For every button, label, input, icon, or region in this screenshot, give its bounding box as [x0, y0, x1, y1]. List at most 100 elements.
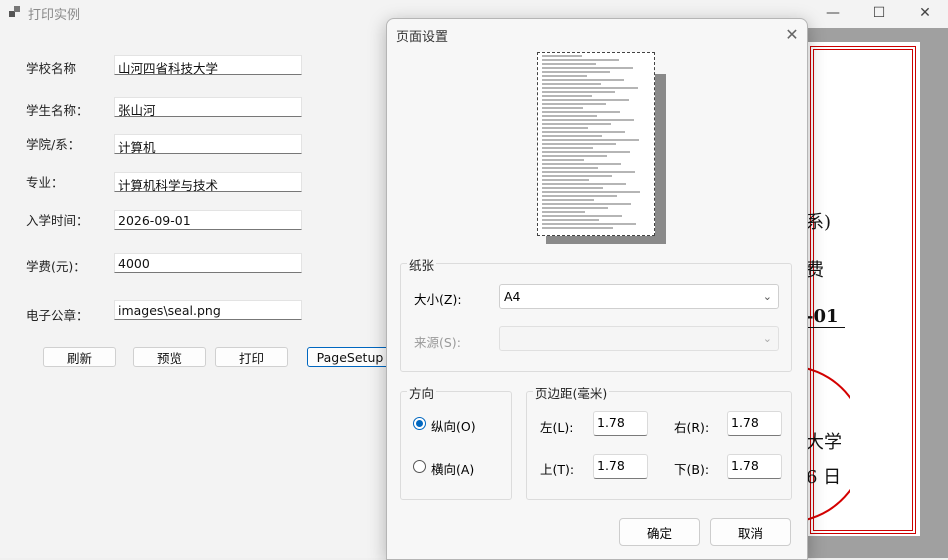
- college-input[interactable]: 计算机: [114, 134, 302, 154]
- margin-left-label: 左(L):: [540, 420, 574, 435]
- student-name-label: 学生名称：: [26, 103, 89, 118]
- close-icon: ✕: [919, 5, 931, 21]
- margin-bottom-input[interactable]: 1.78: [727, 454, 782, 479]
- sample-text-line: [542, 83, 601, 85]
- cancel-button[interactable]: 取消: [710, 518, 791, 546]
- sample-text-line: [542, 99, 629, 101]
- sample-text-line: [542, 211, 585, 213]
- tuition-label: 学费(元)：: [26, 259, 86, 274]
- paper-group-legend: 纸张: [407, 255, 437, 274]
- sample-text-line: [542, 203, 631, 205]
- sample-text-line: [542, 79, 624, 81]
- paper-source-select[interactable]: ⌄: [499, 326, 779, 351]
- radio-selected-icon: [413, 417, 426, 430]
- window-title: 打印实例: [28, 8, 81, 23]
- refresh-button[interactable]: 刷新: [43, 347, 116, 367]
- sample-text-line: [542, 191, 640, 193]
- sample-text-line: [542, 187, 603, 189]
- landscape-radio[interactable]: 横向(A): [413, 459, 503, 477]
- page-setup-button[interactable]: PageSetup: [307, 347, 393, 367]
- sample-text-line: [542, 123, 611, 125]
- school-name-label: 学校名称: [26, 61, 77, 76]
- paper-size-label: 大小(Z):: [414, 292, 462, 307]
- sample-text-line: [542, 135, 602, 137]
- sample-text-line: [542, 139, 639, 141]
- preview-text-date: -01: [806, 306, 845, 328]
- sample-text-line: [542, 95, 592, 97]
- orientation-group-legend: 方向: [407, 383, 437, 402]
- sample-text-line: [542, 103, 606, 105]
- margin-bottom-label: 下(B):: [674, 462, 710, 477]
- sample-text-line: [542, 55, 582, 57]
- tuition-input[interactable]: 4000: [114, 253, 302, 273]
- sample-text-line: [542, 175, 612, 177]
- sample-text-line: [542, 131, 625, 133]
- close-button[interactable]: ✕: [902, 0, 948, 26]
- sample-text-line: [542, 195, 617, 197]
- student-name-input[interactable]: 张山河: [114, 97, 302, 117]
- minimize-icon: —: [826, 5, 840, 21]
- sample-text-line: [542, 219, 599, 221]
- preview-text-day: 6 日: [806, 467, 842, 488]
- sample-text-line: [542, 151, 630, 153]
- margin-top-label: 上(T):: [540, 462, 575, 477]
- portrait-label: 纵向(O): [431, 419, 476, 434]
- paper-size-value: A4: [504, 289, 521, 304]
- sample-text-line: [542, 227, 613, 229]
- paper-source-label: 来源(S):: [414, 335, 461, 350]
- sample-text-line: [542, 183, 626, 185]
- seal-path-input[interactable]: images\seal.png: [114, 300, 302, 320]
- sample-text-line: [542, 179, 589, 181]
- page-setup-dialog: 页面设置 ✕ 纸张 大小(Z): A4 ⌄ 来源(S): ⌄ 方向 纵向(O) …: [386, 18, 808, 560]
- sample-text-line: [542, 127, 588, 129]
- sample-text-line: [542, 91, 615, 93]
- college-label: 学院/系：: [26, 137, 81, 152]
- preview-button[interactable]: 预览: [133, 347, 206, 367]
- sample-text-line: [542, 223, 636, 225]
- dialog-close-button[interactable]: ✕: [781, 23, 803, 45]
- enroll-date-label: 入学时间：: [26, 213, 89, 228]
- chevron-down-icon: ⌄: [762, 332, 772, 345]
- sample-text-line: [542, 155, 607, 157]
- margin-right-input[interactable]: 1.78: [727, 411, 782, 436]
- sample-text-line: [542, 119, 634, 121]
- seal-label: 电子公章：: [26, 308, 89, 323]
- maximize-icon: ☐: [872, 5, 886, 21]
- chevron-down-icon: ⌄: [762, 290, 772, 303]
- major-input[interactable]: 计算机科学与技术: [114, 172, 302, 192]
- page-sample-preview: [537, 52, 666, 244]
- enroll-date-input[interactable]: 2026-09-01: [114, 210, 302, 230]
- close-icon: ✕: [785, 24, 799, 44]
- sample-text-line: [542, 59, 619, 61]
- major-label: 专业：: [26, 175, 64, 190]
- sample-text-line: [542, 111, 620, 113]
- preview-text-college: 系): [806, 212, 832, 233]
- radio-unselected-icon: [413, 460, 426, 473]
- paper-size-select[interactable]: A4 ⌄: [499, 284, 779, 309]
- margin-right-label: 右(R):: [674, 420, 710, 435]
- sample-text-line: [542, 71, 610, 73]
- margin-left-input[interactable]: 1.78: [593, 411, 648, 436]
- sample-text-line: [542, 67, 633, 69]
- sample-text-line: [542, 199, 594, 201]
- sample-text-line: [542, 159, 584, 161]
- ok-button[interactable]: 确定: [619, 518, 700, 546]
- preview-text-fee: 费: [806, 260, 824, 281]
- sample-text-line: [542, 163, 621, 165]
- sample-text-line: [542, 87, 638, 89]
- sample-text-line: [542, 63, 596, 65]
- school-name-input[interactable]: 山河四省科技大学: [114, 55, 302, 75]
- margins-group: [526, 391, 792, 500]
- orientation-group: [400, 391, 512, 500]
- minimize-button[interactable]: —: [810, 0, 856, 26]
- portrait-radio[interactable]: 纵向(O): [413, 416, 503, 434]
- margin-top-input[interactable]: 1.78: [593, 454, 648, 479]
- sample-text-line: [542, 207, 608, 209]
- sample-text-line: [542, 147, 593, 149]
- sample-text-line: [542, 115, 597, 117]
- dialog-title: 页面设置: [396, 30, 449, 45]
- sample-text-line: [542, 143, 616, 145]
- maximize-button[interactable]: ☐: [856, 0, 902, 26]
- print-button[interactable]: 打印: [215, 347, 288, 367]
- preview-text-school: 大学: [806, 432, 842, 453]
